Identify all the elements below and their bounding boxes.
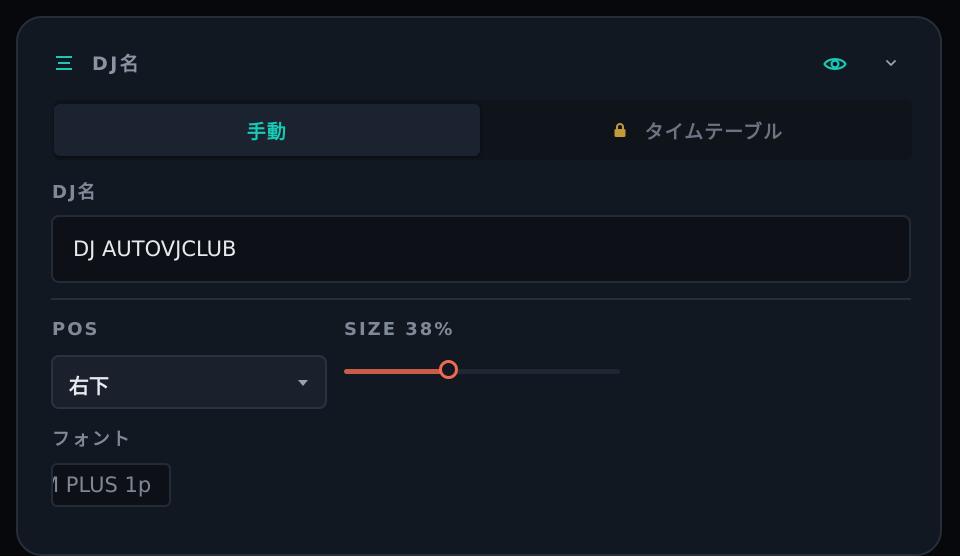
size-slider-fill [344,369,449,374]
dj-name-label: DJ名 [52,182,98,203]
panel-title: DJ名 [92,53,142,75]
pos-label: POS [52,319,100,340]
section-divider [51,298,911,300]
chevron-down-icon[interactable] [884,56,898,70]
mode-segmented-control: 手動 タイムテーブル [54,100,912,160]
font-input-value: M PLUS 1p [51,473,152,497]
font-label: フォント [52,429,132,450]
eye-icon[interactable] [823,53,847,75]
size-slider-thumb[interactable] [439,360,459,379]
tab-timetable-label: タイムテーブル [644,120,784,143]
font-input[interactable]: M PLUS 1p [51,463,171,507]
size-slider[interactable] [344,360,620,379]
tab-manual[interactable]: 手動 [54,104,480,156]
tab-manual-label: 手動 [246,120,287,143]
dj-name-input[interactable] [51,215,911,283]
lock-icon [614,123,626,137]
pos-select-value: 右下 [69,374,109,398]
size-label: SIZE 38% [344,319,455,340]
tab-timetable[interactable]: タイムテーブル [484,104,912,156]
pos-select[interactable]: 右下 [51,355,327,409]
caret-down-icon [298,380,308,386]
dj-name-panel: DJ名 手動 タイムテーブル DJ名 POS 右下 SIZE 38% フォン [16,16,942,556]
menu-lines-icon [56,56,72,70]
